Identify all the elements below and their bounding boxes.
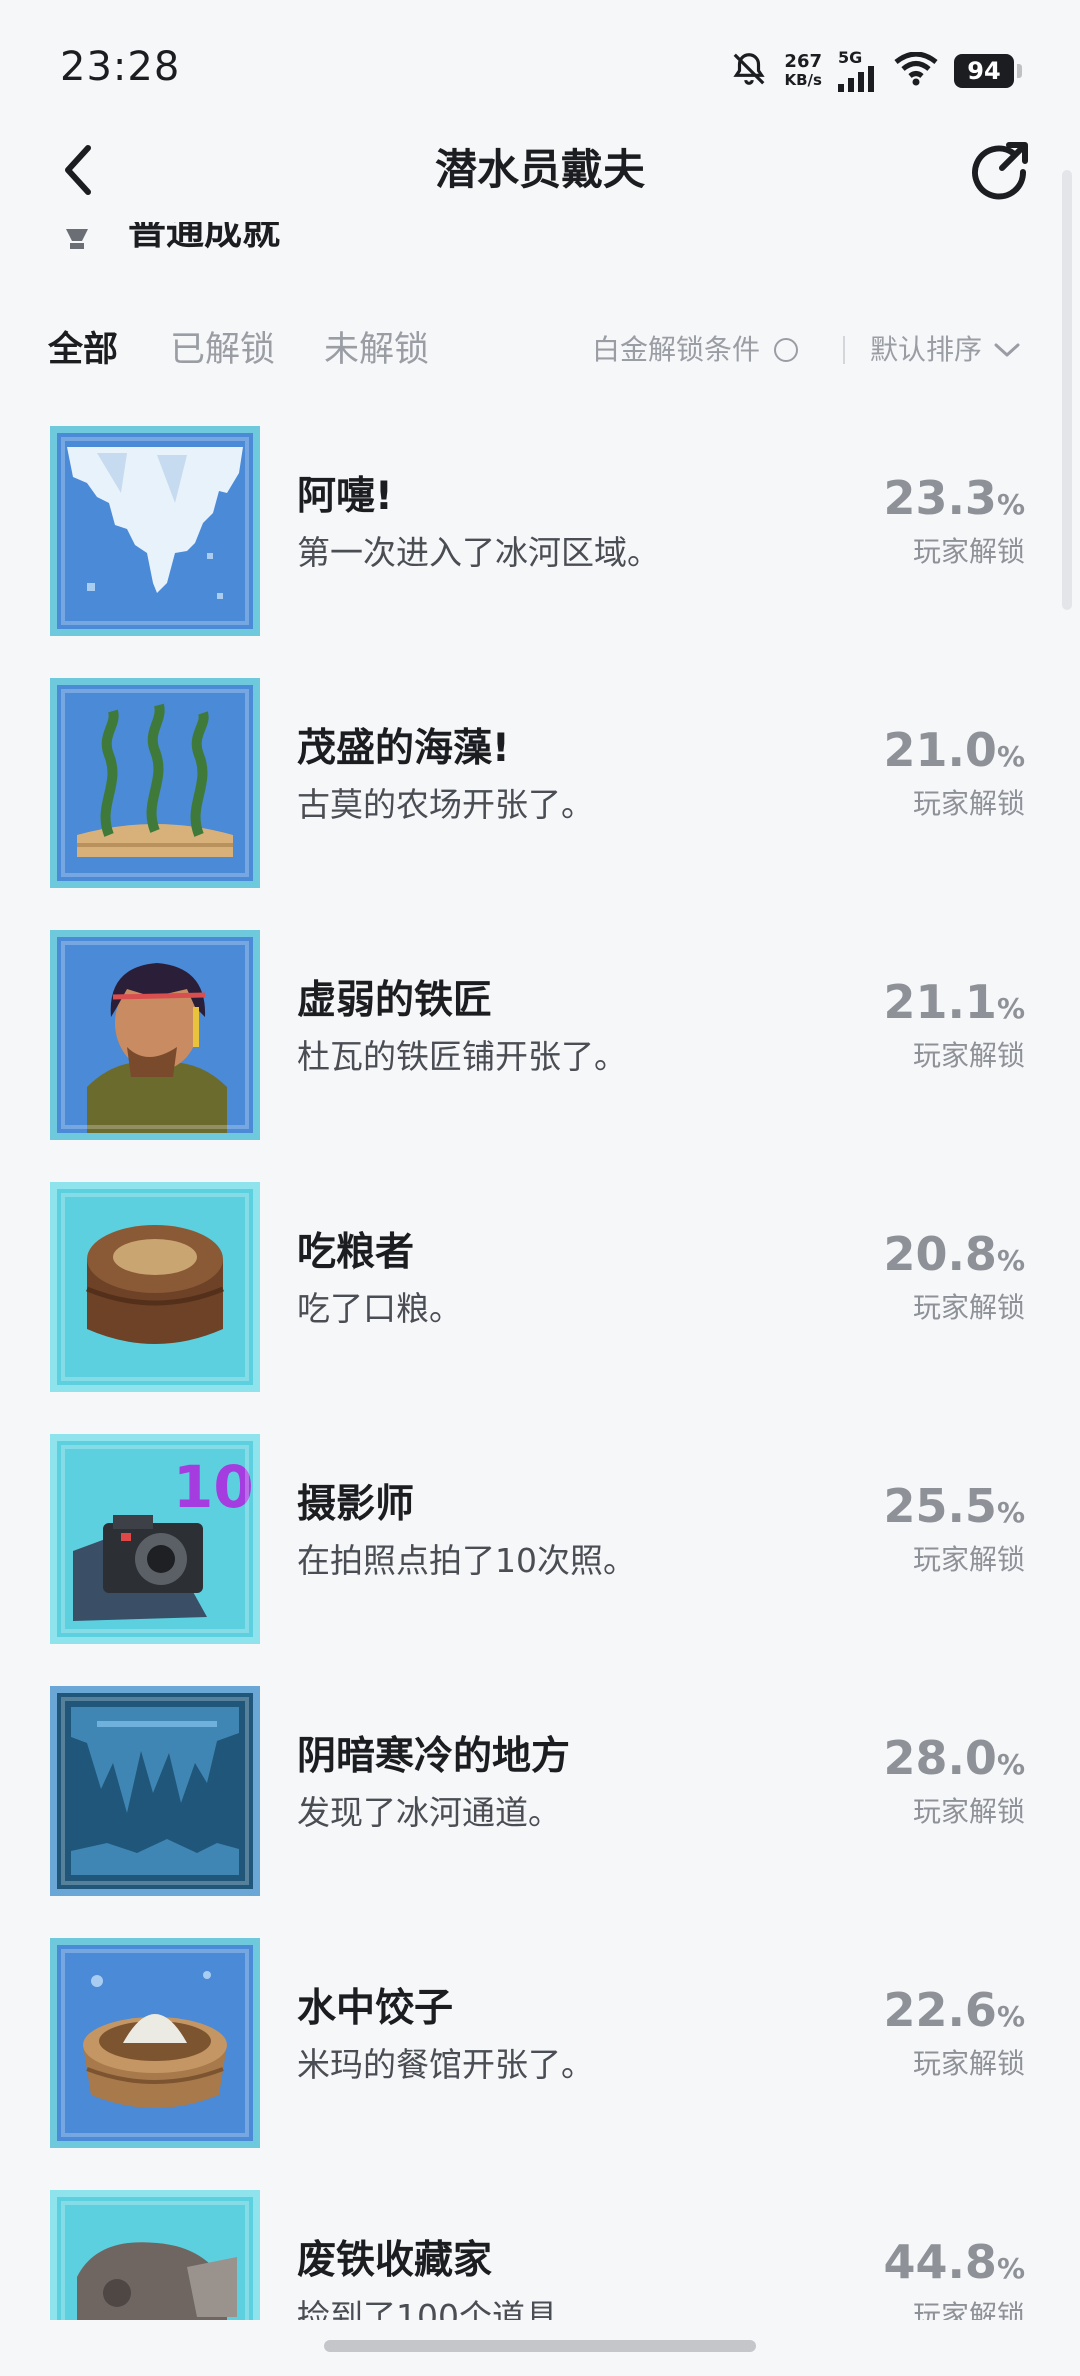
- unlock-percentage-sign: %: [996, 740, 1025, 773]
- unlock-label: 玩家解锁: [912, 1291, 1025, 1324]
- camera-icon: 10: [50, 1434, 260, 1644]
- iceberg-icon: [50, 426, 260, 636]
- chevron-down-icon: [994, 343, 1020, 357]
- list-item[interactable]: 水中饺子 米玛的餐馆开张了。 22.6% 玩家解锁: [0, 1932, 1080, 2152]
- achievement-desc: 第一次进入了冰河区域。: [297, 533, 660, 572]
- unlock-label: 玩家解锁: [912, 2299, 1025, 2320]
- achievement-desc: 发现了冰河通道。: [297, 1793, 561, 1832]
- unlock-label: 玩家解锁: [912, 1543, 1025, 1576]
- achievement-desc: 杜瓦的铁匠铺开张了。: [297, 1037, 627, 1076]
- unlock-percentage: 25.5%: [883, 1478, 1025, 1534]
- share-button[interactable]: [966, 136, 1034, 204]
- unlock-percentage-sign: %: [996, 2000, 1025, 2033]
- signal-icon: [838, 66, 874, 92]
- achievement-desc: 古莫的农场开张了。: [297, 785, 594, 824]
- unlock-percentage-value: 28.0: [883, 1731, 997, 1785]
- list-item[interactable]: 10 摄影师 在拍照点拍了10次照。 25.5% 玩家解锁: [0, 1428, 1080, 1648]
- unlock-percentage-value: 44.8: [883, 2235, 997, 2289]
- unlock-percentage-sign: %: [996, 2252, 1025, 2285]
- list-item[interactable]: 阴暗寒冷的地方 发现了冰河通道。 28.0% 玩家解锁: [0, 1680, 1080, 1900]
- unlock-percentage: 20.8%: [883, 1226, 1025, 1282]
- speed-unit: KB/s: [784, 71, 822, 89]
- section-heading-label: 普通成就: [128, 222, 281, 253]
- achievement-desc: 在拍照点拍了10次照。: [297, 1541, 636, 1580]
- unlock-percentage: 28.0%: [883, 1730, 1025, 1786]
- unlock-label: 玩家解锁: [912, 535, 1025, 568]
- achievement-name: 摄影师: [297, 1482, 415, 1527]
- wifi-icon: [894, 51, 938, 90]
- unlock-percentage-value: 20.8: [883, 1227, 997, 1281]
- unlock-percentage-sign: %: [996, 1244, 1025, 1277]
- unlock-percentage-sign: %: [996, 992, 1025, 1025]
- unlock-label: 玩家解锁: [912, 787, 1025, 820]
- blacksmith-icon: [50, 930, 260, 1140]
- platinum-radio[interactable]: [774, 338, 799, 362]
- network-speed: 267 KB/s: [784, 51, 822, 90]
- scrollbar[interactable]: [1062, 170, 1072, 610]
- achievement-name: 阿嚏!: [297, 474, 393, 519]
- cellular-signal: 5G: [838, 50, 878, 92]
- scrap-icon: [50, 2190, 260, 2320]
- tab-locked[interactable]: 未解锁: [324, 320, 429, 380]
- network-type: 5G: [838, 48, 863, 67]
- unlock-label: 玩家解锁: [912, 1795, 1025, 1828]
- bell-muted-icon: [730, 50, 768, 92]
- achievement-name: 阴暗寒冷的地方: [297, 1734, 571, 1779]
- achievement-name: 废铁收藏家: [297, 2238, 493, 2283]
- list-item[interactable]: 茂盛的海藻! 古莫的农场开张了。 21.0% 玩家解锁: [0, 672, 1080, 892]
- unlock-percentage-sign: %: [996, 1496, 1025, 1529]
- status-time: 23:28: [60, 44, 181, 90]
- achievement-list: 阿嚏! 第一次进入了冰河区域。 23.3% 玩家解锁 茂盛的海藻! 古莫的农场开…: [0, 420, 1080, 2320]
- trophy-icon: [66, 228, 88, 249]
- battery-cap: [1017, 64, 1022, 78]
- tab-unlocked[interactable]: 已解锁: [170, 320, 275, 380]
- unlock-percentage-value: 21.0: [883, 723, 997, 777]
- speed-value: 267: [784, 51, 822, 72]
- sort-label: 默认排序: [870, 333, 983, 366]
- filter-bar: 全部 已解锁 未解锁 白金解锁条件 默认排序: [0, 320, 1080, 380]
- seaweed-icon: [50, 678, 260, 888]
- list-item[interactable]: 虚弱的铁匠 杜瓦的铁匠铺开张了。 21.1% 玩家解锁: [0, 924, 1080, 1144]
- unlock-percentage-value: 25.5: [883, 1479, 997, 1533]
- unlock-label: 玩家解锁: [912, 1039, 1025, 1072]
- platinum-filter[interactable]: 白金解锁条件: [592, 320, 799, 380]
- share-icon: [972, 142, 1028, 200]
- unlock-percentage: 22.6%: [883, 1982, 1025, 2038]
- unlock-percentage-value: 23.3: [883, 471, 997, 525]
- unlock-percentage: 44.8%: [883, 2234, 1025, 2290]
- page-title: 潜水员戴夫: [434, 145, 645, 194]
- battery-indicator: 94: [954, 54, 1022, 88]
- achievement-name: 吃粮者: [297, 1230, 415, 1275]
- unlock-percentage: 21.1%: [883, 974, 1025, 1030]
- unlock-percentage-value: 22.6: [883, 1983, 997, 2037]
- home-indicator[interactable]: [324, 2340, 756, 2352]
- achievement-desc: 捡到了100个道具。: [297, 2297, 591, 2320]
- platinum-filter-label: 白金解锁条件: [592, 333, 761, 366]
- achievement-name: 水中饺子: [297, 1986, 454, 2031]
- battery-level: 94: [954, 54, 1014, 88]
- unlock-percentage-sign: %: [996, 1748, 1025, 1781]
- achievement-name: 茂盛的海藻!: [297, 726, 510, 771]
- achievement-name: 虚弱的铁匠: [297, 978, 493, 1023]
- tab-all[interactable]: 全部: [48, 320, 118, 380]
- unlock-percentage: 23.3%: [883, 470, 1025, 526]
- list-item[interactable]: 废铁收藏家 捡到了100个道具。 44.8% 玩家解锁: [0, 2184, 1080, 2320]
- ice-cave-icon: [50, 1686, 260, 1896]
- unlock-percentage-sign: %: [996, 488, 1025, 521]
- header: 潜水员戴夫: [0, 130, 1080, 210]
- section-heading: 普通成就: [60, 222, 560, 262]
- achievement-desc: 米玛的餐馆开张了。: [297, 2045, 594, 2084]
- list-item[interactable]: 吃粮者 吃了口粮。 20.8% 玩家解锁: [0, 1176, 1080, 1396]
- status-bar: 23:28 267 KB/s 5G 94: [0, 0, 1080, 130]
- achievement-desc: 吃了口粮。: [297, 1289, 462, 1328]
- ration-icon: [50, 1182, 260, 1392]
- sort-dropdown[interactable]: 默认排序: [870, 320, 1020, 380]
- filter-divider: [843, 336, 845, 364]
- dumpling-icon: [50, 1938, 260, 2148]
- list-item[interactable]: 阿嚏! 第一次进入了冰河区域。 23.3% 玩家解锁: [0, 420, 1080, 640]
- unlock-label: 玩家解锁: [912, 2047, 1025, 2080]
- unlock-percentage-value: 21.1: [883, 975, 997, 1029]
- status-icons: 267 KB/s 5G 94: [730, 50, 1022, 92]
- unlock-percentage: 21.0%: [883, 722, 1025, 778]
